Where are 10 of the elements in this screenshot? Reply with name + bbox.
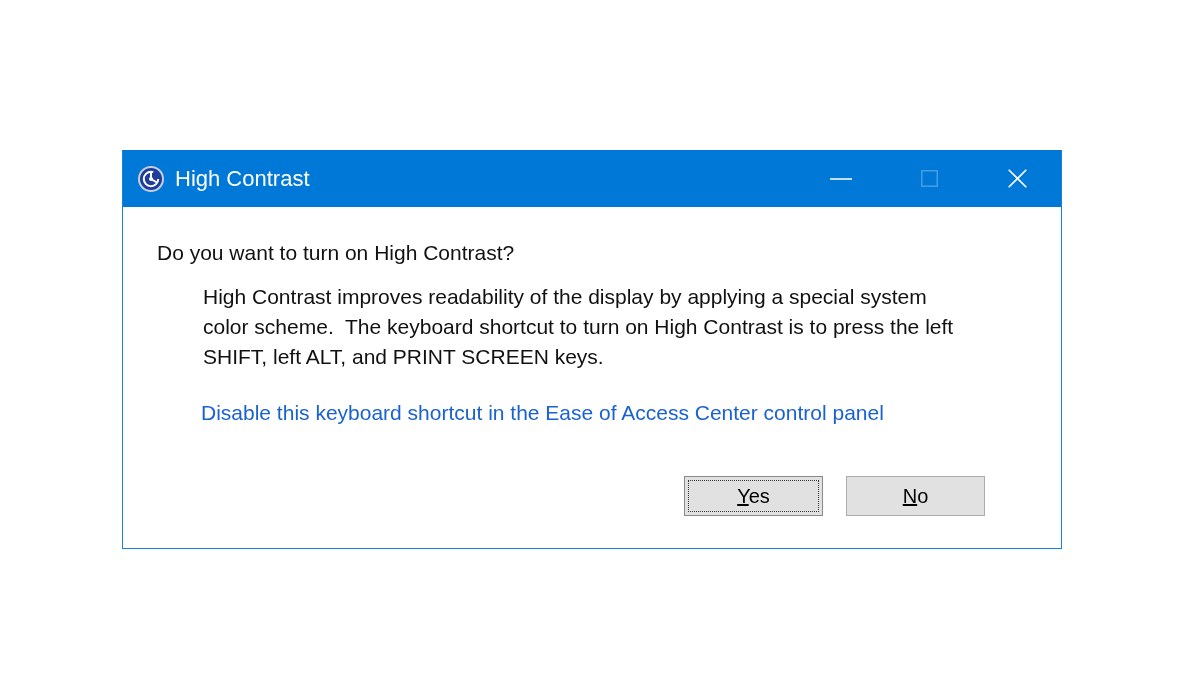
close-icon xyxy=(1007,169,1027,188)
question-text: Do you want to turn on High Contrast? xyxy=(157,240,515,266)
maximize-icon xyxy=(920,170,938,187)
dialog-button[interactable]: Yes xyxy=(684,476,823,516)
minimize-icon xyxy=(830,177,852,180)
window-title: High Contrast xyxy=(175,165,310,192)
clock-icon xyxy=(138,165,164,192)
settings-link[interactable]: Disable this keyboard shortcut in the Ease of Access Center control panel xyxy=(201,398,884,428)
description-text: High Contrast improves readability of the display by applying a special system color scheme. The keyboard shortcut to turn on High Contrast is to press the left SHIFT, left ALT, and PRINT SCREEN keys. xyxy=(203,284,955,370)
dialog-button[interactable]: No xyxy=(846,476,985,516)
